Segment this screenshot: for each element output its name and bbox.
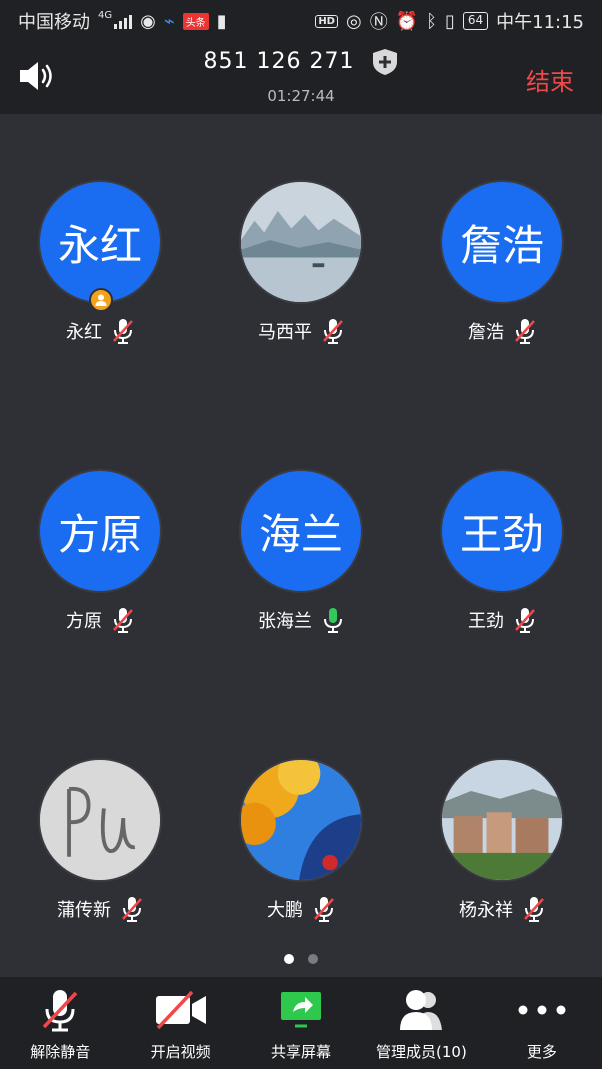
participant-name: 王劲 [468,611,504,632]
manage-members-label: 管理成员(10) [376,1043,467,1061]
meeting-id-text: 851 126 271 [203,49,355,74]
video-off-icon [155,990,206,1030]
end-meeting-button[interactable]: 结束 [526,62,574,97]
participant-name-row: 王劲 [402,607,602,633]
participant-avatar [38,758,162,882]
participant-name-row: 蒲传新 [0,896,200,922]
participant-tile[interactable]: 大鹏 [201,758,401,958]
start-video-button[interactable]: 开启视频 [120,977,240,1069]
mic-muted-icon [515,608,535,633]
meeting-timer: 01:27:44 [267,87,335,105]
mic-muted-icon [113,319,133,344]
participant-name: 大鹏 [267,900,303,921]
mic-muted-icon [524,897,544,922]
page-dot-2[interactable] [308,954,318,964]
alarm-icon: ⏰ [395,10,419,32]
sync-icon: ⌁ [163,10,175,32]
nfc-icon: Ⓝ [369,12,388,33]
participant-tile[interactable]: 方原 方原 [0,469,200,669]
participant-name-row: 大鹏 [201,896,401,922]
participant-tile[interactable]: 詹浩 詹浩 [402,180,602,380]
participant-avatar [440,758,564,882]
share-screen-button[interactable]: 共享屏幕 [241,977,361,1069]
mic-muted-icon [515,319,535,344]
unmute-label: 解除静音 [30,1043,91,1061]
participant-name: 马西平 [258,322,312,343]
participant-tile[interactable]: 杨永祥 [402,758,602,958]
manage-members-button[interactable]: 管理成员(10) [361,977,481,1069]
status-bar: 中国移动 4G ◉ ⌁ 头条 ▮ HD ◎ Ⓝ ⏰ ᛒ ▯ 64 中午11:15 [0,0,602,42]
bottom-toolbar: 解除静音 开启视频 共享屏幕 管理成员(10) 更多 [0,977,602,1069]
participant-name-row: 詹浩 [402,318,602,344]
mic-off-icon [42,990,78,1032]
network-label: 4G [98,9,113,21]
participant-name-row: 马西平 [201,318,401,344]
mic-active-icon [324,608,342,633]
participant-avatar: 詹浩 [440,180,564,304]
page-indicator [0,954,602,964]
signal-icon [114,13,133,29]
page-dot-1[interactable] [284,954,294,964]
participant-name: 永红 [66,322,102,343]
bluetooth-icon: ᛒ [426,10,437,32]
participant-name-row: 永红 [0,318,200,344]
shield-icon [373,49,398,75]
participant-tile[interactable]: 蒲传新 [0,758,200,958]
share-screen-label: 共享屏幕 [271,1043,332,1061]
mic-muted-icon [323,319,343,344]
more-dots-icon [518,1005,566,1015]
participant-tile[interactable]: 王劲 王劲 [402,469,602,669]
participant-name: 蒲传新 [57,900,111,921]
participant-tile[interactable]: 永红 永红 [0,180,200,380]
participant-tile[interactable]: 马西平 [201,180,401,380]
participant-name: 张海兰 [258,611,312,632]
participant-name-row: 杨永祥 [402,896,602,922]
unmute-button[interactable]: 解除静音 [0,977,120,1069]
hotspot-icon: ◉ [140,10,156,32]
more-label: 更多 [526,1043,557,1061]
vibrate-icon: ▯ [444,10,455,32]
participant-avatar: 方原 [38,469,162,593]
participant-avatar: 王劲 [440,469,564,593]
participant-avatar [239,758,363,882]
participant-tile[interactable]: 海兰张海兰 [201,469,401,669]
participant-name: 杨永祥 [459,900,513,921]
mic-muted-icon [122,897,142,922]
participant-avatar: 永红 [38,180,162,304]
mic-muted-icon [113,608,133,633]
battery-icon: 64 [462,12,489,30]
host-badge-icon [89,288,113,312]
meeting-header: 851 126 271 01:27:44 结束 [0,42,602,114]
participant-name-row: 方原 [0,607,200,633]
participant-name: 詹浩 [468,322,504,343]
clock-label: 中午11:15 [496,12,584,33]
mic-muted-icon [314,897,334,922]
share-screen-icon [281,992,322,1028]
start-video-label: 开启视频 [150,1043,211,1061]
participant-name-row: 张海兰 [201,607,401,633]
hd-voice-icon: HD [315,14,338,28]
participant-avatar: 海兰 [239,469,363,593]
sdcard-icon: ▮ [216,10,227,32]
participant-name: 方原 [66,611,102,632]
more-button[interactable]: 更多 [482,977,602,1069]
carrier-label: 中国移动 [18,12,90,33]
members-icon [400,990,443,1030]
eye-icon: ◎ [345,10,362,32]
meeting-id[interactable]: 851 126 271 [0,48,602,76]
news-app-icon: 头条 [182,12,209,30]
participant-avatar [239,180,363,304]
